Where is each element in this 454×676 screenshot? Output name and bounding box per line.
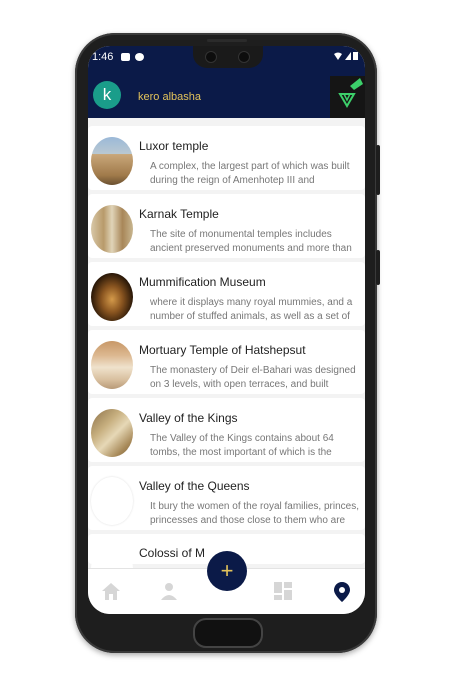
wifi-battery-icon — [334, 52, 358, 60]
home-icon[interactable] — [100, 581, 124, 603]
speaker — [207, 39, 247, 42]
list-item[interactable]: Luxor temple A complex, the largest part… — [88, 126, 365, 190]
place-thumbnail — [91, 137, 133, 185]
place-description: The Valley of the Kings contains about 6… — [150, 433, 334, 458]
place-thumbnail — [91, 273, 133, 321]
place-title: Karnak Temple — [139, 207, 219, 221]
place-description: where it displays many royal mummies, an… — [150, 297, 353, 322]
place-thumbnail — [91, 477, 133, 525]
place-title: Luxor temple — [139, 139, 209, 153]
front-camera-icon — [205, 51, 217, 63]
gallery-icon — [121, 53, 130, 61]
username: kero albasha — [138, 91, 201, 103]
dashboard-icon[interactable] — [272, 581, 296, 603]
partial-place-title: Colossi of M — [139, 546, 206, 560]
place-thumbnail — [91, 205, 133, 253]
status-time: 1:46 — [92, 51, 114, 63]
location-pin-icon[interactable] — [331, 581, 355, 603]
side-button — [376, 250, 380, 285]
place-title: Mortuary Temple of Hatshepsut — [139, 343, 306, 357]
front-camera-icon — [238, 51, 250, 63]
place-thumbnail — [91, 409, 133, 457]
place-description: A complex, the largest part of which was… — [150, 161, 350, 186]
list-item[interactable]: Valley of the Kings The Valley of the Ki… — [88, 398, 365, 462]
avatar[interactable]: k — [93, 81, 121, 109]
place-title: Mummification Museum — [139, 275, 266, 289]
side-button — [376, 145, 380, 195]
place-description: The site of monumental temples includes … — [150, 229, 352, 254]
signal-battery-icons — [333, 51, 359, 64]
list-item[interactable]: Mummification Museum where it displays m… — [88, 262, 365, 326]
add-button[interactable]: + — [207, 551, 247, 591]
person-icon[interactable] — [158, 581, 182, 603]
list-item[interactable]: Valley of the Queens It bury the women o… — [88, 466, 365, 530]
list-item[interactable]: Karnak Temple The site of monumental tem… — [88, 194, 365, 258]
place-thumbnail — [91, 341, 133, 389]
place-description: It bury the women of the royal families,… — [150, 501, 359, 526]
place-title: Valley of the Queens — [139, 479, 250, 493]
app-logo[interactable] — [330, 76, 365, 118]
app-screen: 1:46 k kero albasha Luxor temple A compl… — [88, 46, 365, 614]
logo-icon — [338, 78, 363, 108]
camera-notch — [193, 46, 263, 68]
notification-icon — [135, 53, 144, 61]
list-item[interactable]: Mortuary Temple of Hatshepsut The monast… — [88, 330, 365, 394]
home-button[interactable] — [193, 618, 263, 648]
place-title: Valley of the Kings — [139, 411, 238, 425]
place-description: The monastery of Deir el-Bahari was desi… — [150, 365, 356, 390]
